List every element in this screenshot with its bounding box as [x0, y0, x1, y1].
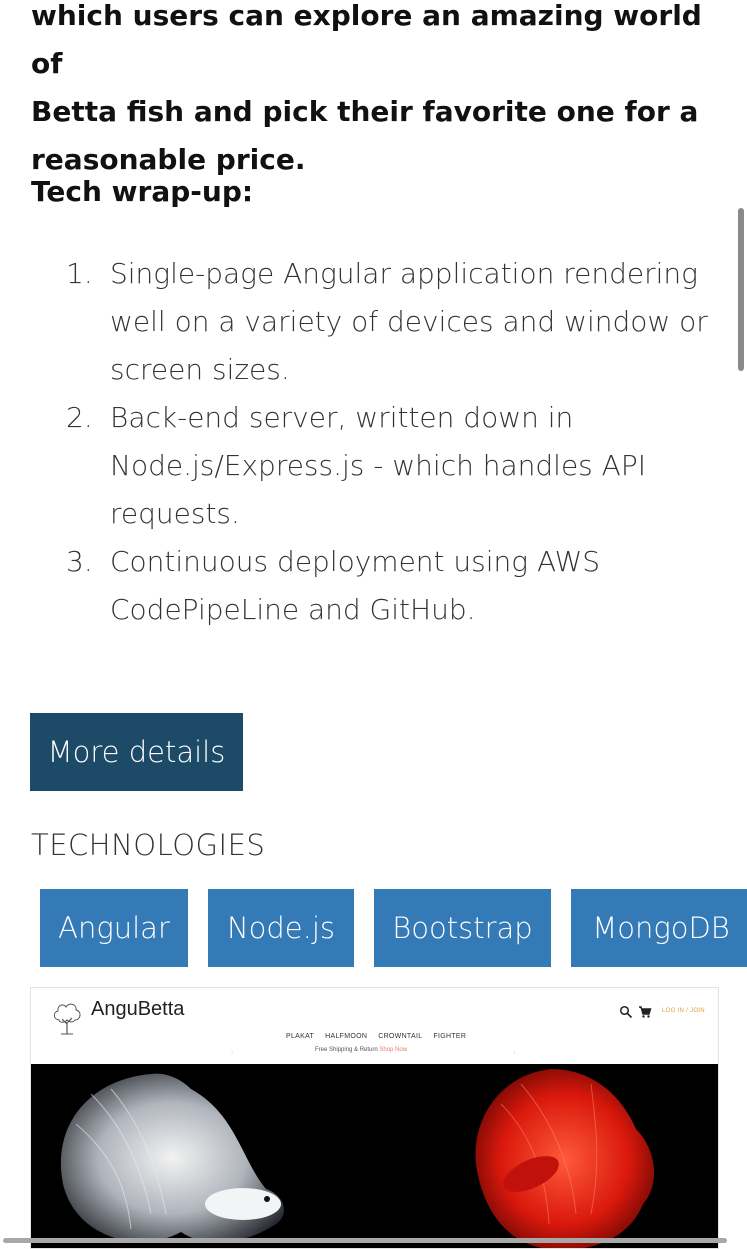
preview-header: AnguBetta LOG IN / JOIN PLAKAT HALFMOON …: [31, 988, 718, 1064]
list-number: 2.: [66, 401, 93, 434]
preview-hero-banner: [31, 1064, 718, 1248]
betta-fish-image: [60, 1069, 655, 1248]
list-item: 1. Single-page Angular application rende…: [66, 250, 716, 394]
intro-line: which users can explore an amazing world…: [31, 0, 702, 80]
preview-brand: AnguBetta: [91, 998, 185, 1020]
tech-wrapup-heading: Tech wrap-up:: [31, 175, 254, 208]
list-line: Single-page Angular application renderin…: [110, 257, 698, 290]
search-icon: [619, 1005, 633, 1019]
tag-angular[interactable]: Angular: [40, 889, 188, 967]
intro-line: Betta fish and pick their favorite one f…: [31, 95, 699, 128]
list-line: well on a variety of devices and window …: [110, 305, 708, 338]
tree-logo-icon: [53, 1003, 81, 1035]
more-details-button[interactable]: More details: [30, 713, 243, 791]
preview-nav-item: HALFMOON: [325, 1033, 368, 1040]
vertical-scrollbar[interactable]: [738, 208, 744, 371]
project-preview-image[interactable]: AnguBetta LOG IN / JOIN PLAKAT HALFMOON …: [30, 987, 719, 1249]
list-line: CodePipeLine and GitHub.: [110, 593, 476, 626]
horizontal-scrollbar[interactable]: [3, 1238, 727, 1243]
preview-shop-now: Shop Now: [379, 1047, 408, 1053]
list-line: Back-end server, written down in: [110, 401, 574, 434]
chevron-left-icon: ‹: [231, 1048, 234, 1057]
cart-icon: [639, 1006, 652, 1018]
list-number: 1.: [66, 257, 93, 290]
chevron-right-icon: ›: [513, 1048, 516, 1057]
intro-paragraph: which users can explore an amazing world…: [31, 0, 731, 184]
list-line: Node.js/Express.js - which handles API: [110, 449, 646, 482]
list-line: requests.: [110, 497, 240, 530]
tech-wrapup-list: 1. Single-page Angular application rende…: [66, 250, 716, 634]
list-line: Continuous deployment using AWS: [110, 545, 601, 578]
technologies-title: TECHNOLOGIES: [31, 828, 266, 862]
preview-shipping-text: Free Shipping & Return: [315, 1047, 378, 1053]
list-number: 3.: [66, 545, 93, 578]
preview-login-link: LOG IN / JOIN: [662, 1008, 705, 1014]
list-item: 3. Continuous deployment using AWS CodeP…: [66, 538, 716, 634]
preview-nav-item: PLAKAT: [286, 1033, 315, 1040]
tag-mongodb[interactable]: MongoDB: [571, 889, 747, 967]
preview-nav-item: CROWNTAIL: [378, 1033, 423, 1040]
list-item: 2. Back-end server, written down in Node…: [66, 394, 716, 538]
preview-nav-item: FIGHTER: [433, 1033, 467, 1040]
preview-nav: PLAKAT HALFMOON CROWNTAIL FIGHTER: [286, 1033, 466, 1040]
tag-bootstrap[interactable]: Bootstrap: [374, 889, 551, 967]
preview-shipping-banner: Free Shipping & Return Shop Now: [315, 1047, 407, 1053]
list-line: screen sizes.: [110, 353, 290, 386]
tag-nodejs[interactable]: Node.js: [208, 889, 354, 967]
